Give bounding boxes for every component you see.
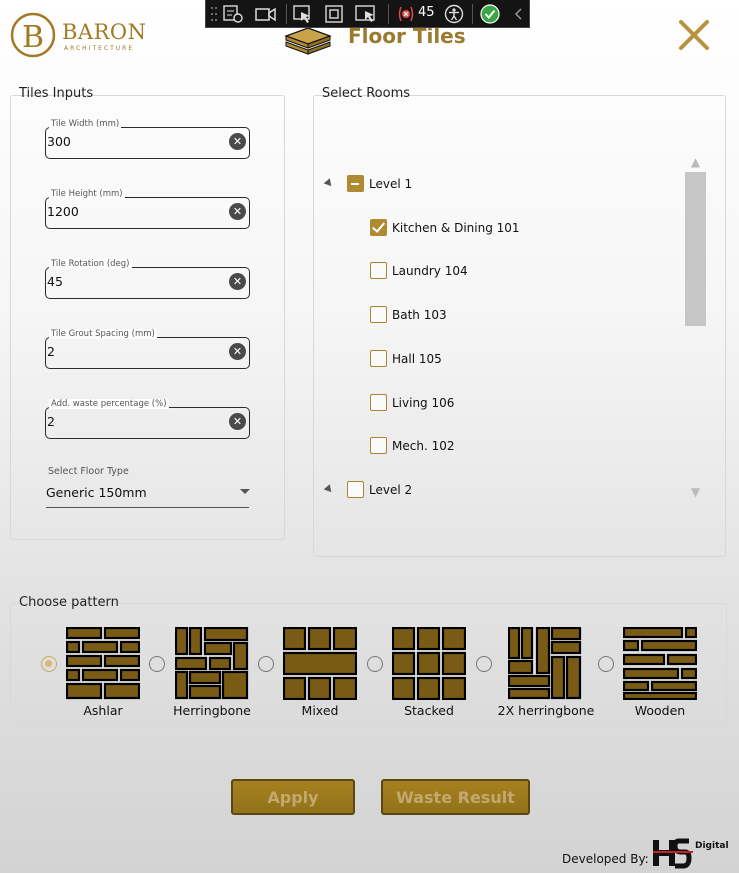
tile-grout-spacing-field[interactable]: Tile Grout Spacing (mm) 2 ✕ bbox=[45, 329, 250, 369]
drag-handle-icon[interactable] bbox=[210, 4, 218, 24]
display-layout-adorners-icon[interactable] bbox=[324, 4, 346, 24]
level-2-label: Level 2 bbox=[369, 483, 413, 497]
chevron-left-icon[interactable] bbox=[512, 4, 526, 24]
room-checkbox-living[interactable] bbox=[370, 394, 387, 411]
checkmark-status-icon[interactable] bbox=[480, 4, 500, 24]
binding-failures-count: 45 bbox=[418, 5, 435, 20]
developer-logo-text: Digital bbox=[695, 841, 729, 851]
mixed-pattern-icon[interactable] bbox=[282, 626, 358, 701]
apply-button[interactable]: Apply bbox=[231, 779, 355, 815]
brand-tagline: ARCHITECTURE bbox=[64, 45, 135, 52]
pattern-radio-ashlar[interactable] bbox=[41, 656, 57, 672]
video-camera-icon[interactable] bbox=[254, 4, 278, 24]
pattern-label-2x-herringbone: 2X herringbone bbox=[497, 703, 595, 718]
floor-tiles-icon bbox=[284, 27, 332, 55]
developed-by-label: Developed By: bbox=[562, 852, 649, 866]
herringbone-pattern-icon[interactable] bbox=[174, 626, 249, 700]
ashlar-pattern-icon[interactable] bbox=[65, 626, 141, 700]
room-label: Laundry 104 bbox=[392, 264, 468, 278]
chevron-down-icon[interactable] bbox=[240, 489, 250, 494]
pattern-label-herringbone: Herringbone bbox=[173, 703, 251, 718]
waste-percentage-value: 2 bbox=[47, 414, 55, 429]
debug-toolbar: 45 bbox=[205, 0, 530, 28]
waste-percentage-field[interactable]: Add. waste percentage (%) 2 ✕ bbox=[45, 399, 250, 439]
waste-result-button[interactable]: Waste Result bbox=[381, 779, 530, 815]
2x-herringbone-pattern-icon[interactable] bbox=[507, 626, 582, 700]
choose-pattern-label: Choose pattern bbox=[19, 595, 119, 610]
pattern-radio-stacked[interactable] bbox=[367, 656, 383, 672]
select-rooms-label: Select Rooms bbox=[322, 86, 411, 101]
clear-icon[interactable]: ✕ bbox=[229, 203, 246, 220]
tile-rotation-value: 45 bbox=[47, 274, 63, 289]
clear-icon[interactable]: ✕ bbox=[229, 133, 246, 150]
room-label: Living 106 bbox=[392, 396, 455, 410]
tile-height-field[interactable]: Tile Height (mm) 1200 ✕ bbox=[45, 189, 250, 229]
scroll-down-icon[interactable]: ▼ bbox=[685, 483, 706, 501]
brand-name: BARON bbox=[62, 20, 147, 44]
room-label: Mech. 102 bbox=[392, 439, 455, 453]
developer-logo: Digital bbox=[651, 838, 733, 870]
pattern-radio-2x-herringbone[interactable] bbox=[476, 656, 492, 672]
accessibility-icon[interactable] bbox=[444, 4, 464, 24]
baron-monogram-icon: B bbox=[10, 12, 56, 58]
live-visual-tree-icon[interactable] bbox=[222, 4, 244, 24]
close-x-icon bbox=[679, 20, 709, 50]
track-focused-element-icon[interactable] bbox=[354, 4, 380, 24]
room-checkbox-kitchen-dining[interactable] bbox=[370, 219, 387, 236]
floor-type-select[interactable]: Generic 150mm bbox=[46, 485, 147, 500]
floor-type-label: Select Floor Type bbox=[48, 466, 129, 477]
pattern-radio-wooden[interactable] bbox=[598, 656, 614, 672]
tile-width-value: 300 bbox=[47, 134, 71, 149]
pattern-label-mixed: Mixed bbox=[301, 703, 339, 718]
tiles-inputs-label: Tiles Inputs bbox=[19, 86, 94, 101]
baron-logo: B BARON ARCHITECTURE bbox=[8, 10, 148, 60]
clear-icon[interactable]: ✕ bbox=[229, 413, 246, 430]
pattern-radio-mixed[interactable] bbox=[258, 656, 274, 672]
room-label: Hall 105 bbox=[392, 352, 442, 366]
wooden-pattern-icon[interactable] bbox=[622, 626, 698, 701]
tile-height-value: 1200 bbox=[47, 204, 79, 219]
clear-icon[interactable]: ✕ bbox=[229, 343, 246, 360]
room-checkbox-mech[interactable] bbox=[370, 437, 387, 454]
level-1-checkbox[interactable] bbox=[347, 175, 364, 192]
scrollbar-thumb[interactable] bbox=[685, 172, 706, 326]
room-checkbox-laundry[interactable] bbox=[370, 262, 387, 279]
tile-width-field[interactable]: Tile Width (mm) 300 ✕ bbox=[45, 119, 250, 159]
level-2-checkbox[interactable] bbox=[347, 481, 364, 498]
pattern-label-stacked: Stacked bbox=[404, 703, 454, 718]
select-element-icon[interactable] bbox=[292, 4, 314, 24]
stacked-pattern-icon[interactable] bbox=[391, 626, 467, 701]
room-label: Bath 103 bbox=[392, 308, 447, 322]
tile-grout-spacing-value: 2 bbox=[47, 344, 55, 359]
svg-text:B: B bbox=[22, 20, 44, 55]
close-button[interactable] bbox=[676, 18, 712, 52]
pattern-label-ashlar: Ashlar bbox=[83, 703, 123, 718]
pattern-label-wooden: Wooden bbox=[634, 703, 686, 718]
room-checkbox-hall[interactable] bbox=[370, 350, 387, 367]
pattern-radio-herringbone[interactable] bbox=[149, 656, 165, 672]
clear-icon[interactable]: ✕ bbox=[229, 273, 246, 290]
level-1-label: Level 1 bbox=[369, 177, 413, 191]
tile-rotation-field[interactable]: Tile Rotation (deg) 45 ✕ bbox=[45, 259, 250, 299]
scroll-up-icon[interactable]: ▲ bbox=[685, 153, 706, 171]
room-label: Kitchen & Dining 101 bbox=[392, 221, 520, 235]
binding-failures-icon[interactable] bbox=[396, 4, 416, 24]
floor-type-underline bbox=[46, 507, 249, 508]
room-checkbox-bath[interactable] bbox=[370, 306, 387, 323]
